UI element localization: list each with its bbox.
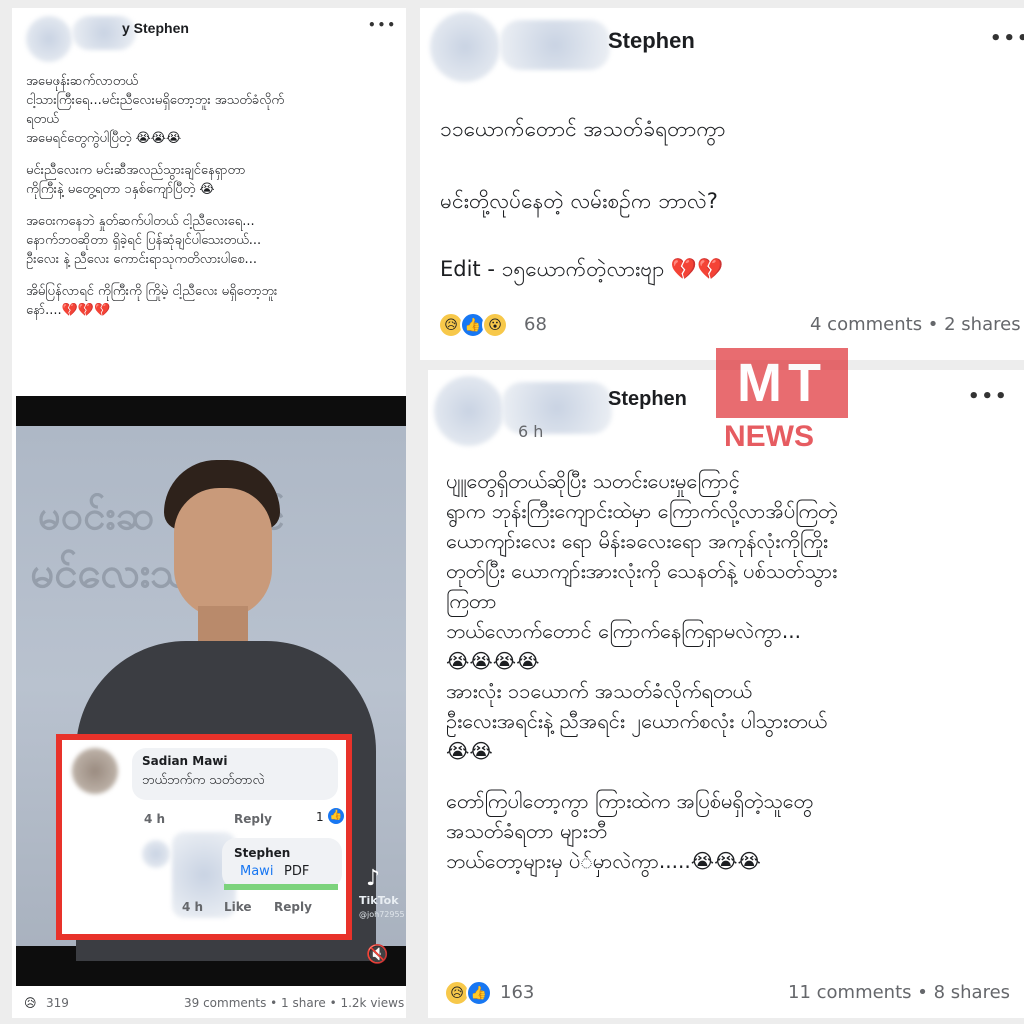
reply-avatar[interactable] bbox=[142, 840, 170, 868]
commenter-avatar[interactable] bbox=[72, 748, 118, 794]
tiktok-logo-icon: ♪ bbox=[366, 866, 381, 891]
post-text-line: ဦးလေးအရင်းနဲ့ ညီအရင်း ၂ယောက်စလုံး ပါသွား… bbox=[446, 709, 828, 733]
watermark-logo: MT bbox=[716, 348, 848, 418]
tiktok-user: @joh72955 bbox=[359, 910, 405, 919]
post-time: 6 h bbox=[518, 422, 544, 441]
post-text: အမေဖုန်းဆက်လာတယ်ငါ့သားကြီးရေ...မင်းညီလေး… bbox=[26, 72, 398, 320]
post-text-line: ရတယ် bbox=[26, 112, 59, 127]
bottom-right-post: Stephen 6 h ••• ပျူတွေရှိတယ်ဆိုပြီး သတင်… bbox=[428, 370, 1024, 1018]
author-name[interactable]: Stephen bbox=[608, 28, 695, 54]
wow-reaction-icon: 😮 bbox=[482, 312, 508, 338]
post-text-line: မင်းညီလေးက မင်းဆီအလည်သွားချင်နေရှာတာ bbox=[26, 163, 246, 178]
post-stats[interactable]: 11 comments • 8 shares bbox=[788, 982, 1010, 1003]
author-avatar[interactable] bbox=[430, 12, 500, 82]
author-name[interactable]: Stephen bbox=[608, 388, 687, 411]
watermark: MT NEWS bbox=[716, 348, 848, 458]
reaction-count[interactable]: 68 bbox=[524, 314, 547, 335]
post-text-line: 😭😭 bbox=[446, 739, 493, 763]
tiktok-label: TikTok bbox=[359, 894, 399, 907]
post-text-line bbox=[446, 766, 1018, 786]
reaction-icons[interactable]: 😥 👍 bbox=[444, 980, 492, 1006]
post-text-line: နောက်ဘဝဆိုတာ ရှိခဲ့ရင် ပြန်ဆုံချင်ပါသေးတ… bbox=[26, 233, 262, 248]
more-options-icon[interactable]: ••• bbox=[968, 386, 1009, 407]
post-photo[interactable]: မဝင်းဆ ᱦောင် မင်လေးသန့်ခံပွဲ ♪ TikTok @j… bbox=[16, 396, 406, 986]
more-options-icon[interactable]: ••• bbox=[368, 18, 397, 32]
reaction-count[interactable]: 163 bbox=[500, 982, 534, 1003]
post-text-line: အမေဖုန်းဆက်လာတယ် bbox=[26, 74, 138, 89]
like-icon: 👍 bbox=[328, 808, 344, 824]
more-options-icon[interactable]: ••• bbox=[990, 28, 1024, 49]
post-text-line: ဘယ်တော့များမှ ပဲ်မှာလဲကွာ.....😭😭😭 bbox=[446, 849, 761, 873]
comment-text: ဘယ်ဘက်က သတ်တာလဲ bbox=[142, 773, 265, 788]
watermark-text: NEWS bbox=[724, 420, 814, 453]
commenter-name[interactable]: Sadian Mawi bbox=[142, 754, 228, 768]
author-name-blur bbox=[500, 20, 610, 70]
comment-likes: 1 bbox=[316, 810, 324, 824]
highlight-box: Sadian Mawi ဘယ်ဘက်က သတ်တာလဲ 4 h Reply 1 … bbox=[56, 734, 352, 940]
post-text-line: အမေရင်တွေကွဲပါပြီတဲ့ 😭😭😭 bbox=[26, 131, 182, 146]
post-text-line: 😭😭😭😭 bbox=[446, 649, 540, 673]
reply-time: 4 h bbox=[182, 900, 204, 914]
like-reaction-icon: 👍 bbox=[466, 980, 492, 1006]
left-post: y Stephen ••• အမေဖုန်းဆက်လာတယ်ငါ့သားကြီး… bbox=[12, 8, 406, 1018]
post-line-2: မင်းတို့လုပ်နေတဲ့ လမ်းစဉ်က ဘာလဲ? bbox=[440, 189, 718, 213]
post-text-line: တော်ကြပါတော့ကွာ ကြားထဲက အပြစ်မရှိတဲ့သူတွ… bbox=[446, 789, 813, 813]
post-text: ပျူတွေရှိတယ်ဆိုပြီး သတင်းပေးမှုကြောင့်ရွ… bbox=[446, 466, 1018, 876]
post-text-line: ကိုကြီးနဲ့ မတွေ့ရတာ ၁နှစ်ကျော်ပြီတဲ့ 😭 bbox=[26, 182, 215, 197]
post-text-line bbox=[26, 199, 398, 212]
reply-like-button[interactable]: Like bbox=[224, 900, 252, 914]
post-text-line: ဦးလေး နဲ့ ညီလေး ကောင်းရာသုကတိလားပါစေ... bbox=[26, 252, 257, 267]
post-text-line: အဝေးကနေဘဲ နှုတ်ဆက်ပါတယ် ငါ့ညီလေးရေ... bbox=[26, 214, 255, 229]
post-text-line bbox=[26, 148, 398, 161]
post-text-line: အားလုံး ၁၁ယောက် အသတ်ခံလိုက်ရတယ် bbox=[446, 679, 752, 703]
reaction-sad-icon: 😥 bbox=[24, 996, 37, 1010]
post-text-line: ယောကျာ်းလေး ရော မိန်းခလေးရော အကုန်လုံးကိ… bbox=[446, 529, 828, 553]
post-text-line: ကြတာ bbox=[446, 589, 497, 613]
reaction-count[interactable]: 319 bbox=[46, 996, 69, 1010]
green-highlight bbox=[224, 884, 338, 890]
post-text-line: ရွာက ဘုန်းကြီးကျောင်းထဲမှာ ကြောက်လို့လာအ… bbox=[446, 499, 838, 523]
post-text-line: တုတ်ပြီး ယောကျာ်းအားလုံးကို သေနတ်နဲ့ ပစ်… bbox=[446, 559, 838, 583]
author-name[interactable]: y Stephen bbox=[122, 20, 189, 36]
post-text-line: အိမ်ပြန်လာရင် ကိုကြီးကို ကြိုမဲ့ ငါ့ညီလေ… bbox=[26, 284, 278, 299]
person-face bbox=[174, 488, 272, 618]
post-text-line: ပျူတွေရှိတယ်ဆိုပြီး သတင်းပေးမှုကြောင့် bbox=[446, 469, 740, 493]
post-text-line: ငါ့သားကြီးရေ...မင်းညီလေးမရှိတော့ဘူး အသတ်… bbox=[26, 93, 285, 108]
post-text-line: ဘယ်လောက်တောင် ကြောက်နေကြရှာမလဲကွာ... bbox=[446, 619, 801, 643]
post-line-3: Edit - ၁၅ယောက်တဲ့လားဗျာ 💔💔 bbox=[440, 257, 724, 281]
author-avatar[interactable] bbox=[26, 16, 72, 62]
author-avatar[interactable] bbox=[434, 376, 504, 446]
reply-author[interactable]: Stephen bbox=[234, 846, 290, 860]
reply-text: PDF bbox=[284, 864, 310, 879]
post-text-line: အသတ်ခံရတာ များဘီ bbox=[446, 819, 608, 843]
post-line-1: ၁၁ယောက်တောင် အသတ်ခံရတာကွာ bbox=[440, 117, 726, 141]
comment-time: 4 h bbox=[144, 812, 166, 826]
reply-mention[interactable]: Mawi bbox=[240, 864, 273, 879]
post-stats[interactable]: 39 comments • 1 share • 1.2k views bbox=[184, 996, 404, 1010]
top-right-post: Stephen ••• ၁၁ယောက်တောင် အသတ်ခံရတာကွာ မင… bbox=[420, 8, 1024, 360]
post-text-line bbox=[26, 269, 398, 282]
reply-reply-button[interactable]: Reply bbox=[274, 900, 312, 914]
reaction-icons[interactable]: 😥 👍 😮 bbox=[438, 312, 508, 338]
comment-reply-button[interactable]: Reply bbox=[234, 812, 272, 826]
mute-icon[interactable]: 🔇 bbox=[366, 944, 388, 965]
post-stats[interactable]: 4 comments • 2 shares bbox=[810, 314, 1021, 335]
post-text-line: နော်....💔💔💔 bbox=[26, 303, 111, 318]
